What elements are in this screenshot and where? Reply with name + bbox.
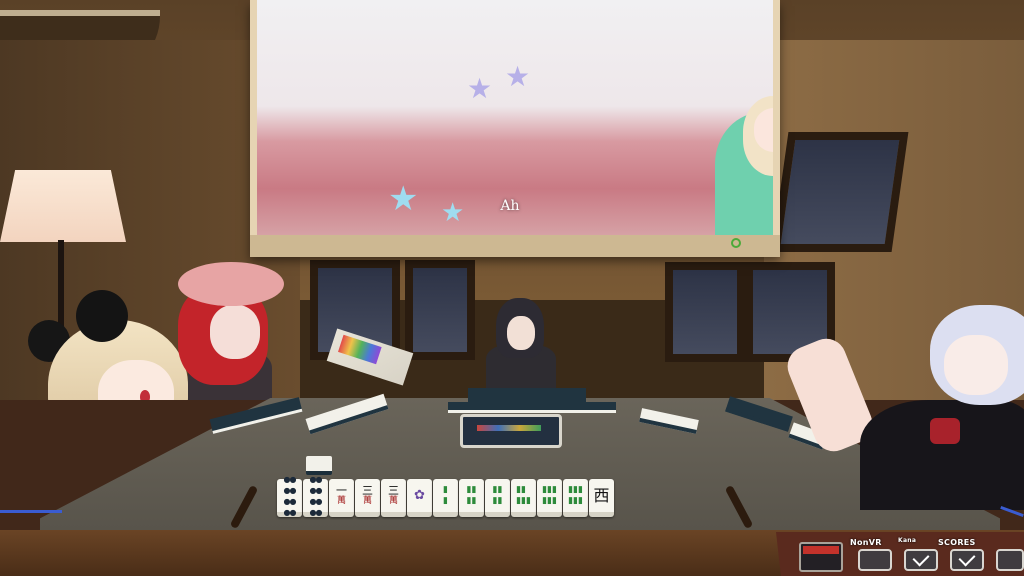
star-icon: ★: [388, 179, 419, 219]
nonvr-toggle[interactable]: [858, 549, 892, 571]
player-right-face: [944, 335, 1008, 395]
star-icon: ★: [441, 198, 465, 228]
tile-face: ●● ●● ●● ●●: [309, 474, 323, 517]
tile-face: ▮▮ ▮▮: [492, 484, 503, 506]
tile-face: ✿: [414, 488, 425, 503]
tile-suit: 萬: [388, 495, 398, 506]
tile-face: 三: [362, 483, 373, 497]
tile-face: ▮▮▮ ▮▮▮: [542, 484, 557, 506]
hand-tile[interactable]: 西: [589, 479, 614, 517]
hand-tile[interactable]: ▮▮ ▮▮: [485, 479, 510, 517]
hand-tile[interactable]: ▮▮ ▮▮▮: [511, 479, 536, 517]
star-icon: ★: [505, 60, 531, 93]
hand-tile[interactable]: 三萬: [355, 479, 380, 517]
hand-tile[interactable]: ✿: [407, 479, 432, 517]
table-edge-marker: [0, 510, 62, 513]
tile-face: ▮▮ ▮▮▮: [516, 484, 531, 506]
window: [665, 262, 745, 362]
hand-tile[interactable]: 三萬: [381, 479, 406, 517]
hand-tile[interactable]: ●● ●● ●● ●●: [277, 475, 302, 517]
player-left-ear: [76, 290, 128, 342]
player-opposite-face: [507, 316, 535, 350]
floor-lamp-shade: [0, 170, 126, 242]
skylight-window: [771, 132, 909, 252]
center-dice-panel[interactable]: [460, 414, 562, 448]
screen-subtitle: Ah: [500, 198, 520, 214]
projection-screen-bar: [250, 235, 780, 257]
tile-face: ▮ ▮: [443, 484, 448, 506]
tile-suit: 萬: [362, 495, 372, 506]
player-red-beret: [178, 262, 284, 306]
hand-tile[interactable]: ▮ ▮: [433, 479, 458, 517]
tile-face: ●● ●● ●● ●●: [283, 474, 297, 517]
hand-tile[interactable]: ▮▮ ▮▮: [459, 479, 484, 517]
score-counter-header: [803, 546, 839, 554]
power-icon[interactable]: [731, 238, 741, 248]
scores-toggle[interactable]: [950, 549, 984, 571]
tile-face: 一: [336, 483, 347, 497]
tile-suit: 萬: [336, 495, 346, 506]
star-icon: ★: [467, 72, 493, 105]
checkmark-icon: [912, 549, 930, 567]
tile-face: ▮▮ ▮▮: [466, 484, 477, 506]
scores-label: SCORES: [938, 538, 976, 547]
player-right-bow: [930, 418, 960, 444]
checkmark-icon: [958, 549, 976, 567]
nonvr-label: NonVR: [850, 538, 882, 547]
game-viewport[interactable]: ★ ★ ★ ★ Ah ●● ●● ●● ●● ●● ●● ●● ●● 一萬 三 …: [0, 0, 1024, 576]
opponent-hand-top: [468, 388, 586, 404]
tile-face: 西: [593, 486, 610, 505]
kana-toggle[interactable]: [904, 549, 938, 571]
hand-tile[interactable]: ▮▮▮ ▮▮▮: [537, 479, 562, 517]
window: [405, 260, 475, 360]
tile-face: ▮▮▮ ▮▮▮: [568, 484, 583, 506]
kana-label: Kana: [898, 537, 917, 544]
tile-face: 三: [388, 483, 399, 497]
tile-wall-front: [306, 456, 332, 475]
player-right-body: [860, 400, 1024, 510]
extra-toggle[interactable]: [996, 549, 1024, 571]
hand-tile[interactable]: 一萬: [329, 479, 354, 517]
player-red-face: [210, 305, 260, 359]
hand-tile[interactable]: ▮▮▮ ▮▮▮: [563, 479, 588, 517]
hand-tile[interactable]: ●● ●● ●● ●●: [303, 475, 328, 517]
player-hand: ●● ●● ●● ●● ●● ●● ●● ●● 一萬 三萬 三萬 ✿ ▮ ▮ ▮…: [277, 475, 614, 517]
